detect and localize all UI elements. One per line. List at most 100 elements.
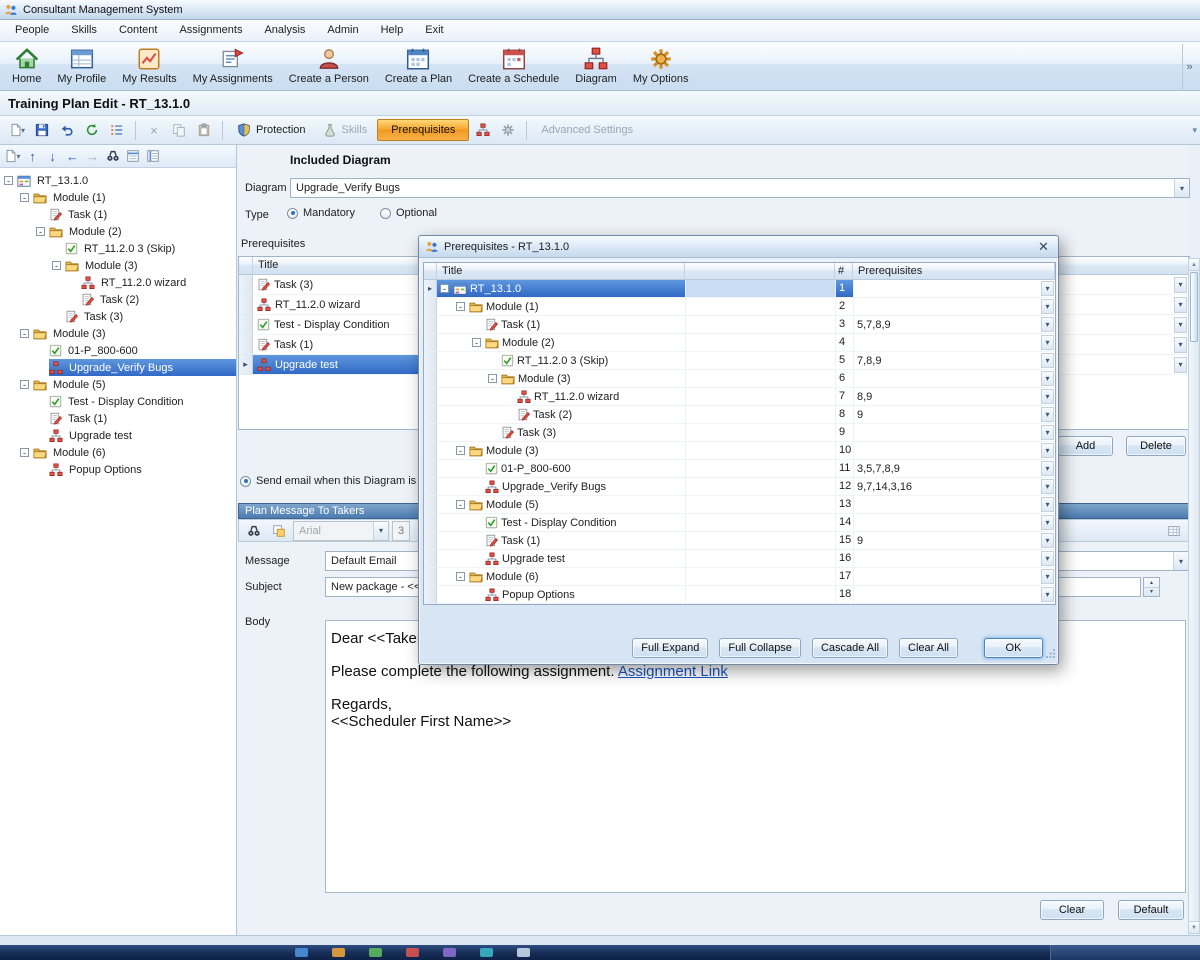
tree-item-task-1[interactable]: Task (1) (0, 206, 236, 223)
tree-item-test-display-condition[interactable]: Test - Display Condition (0, 393, 236, 410)
tree-item-module-5[interactable]: -Module (5) (0, 376, 236, 393)
dialog-prereq-cell[interactable]: ▾ (853, 280, 1055, 298)
move-left-button[interactable]: ← (63, 147, 82, 166)
expander-icon[interactable]: - (20, 448, 29, 457)
tree-item-module-3[interactable]: -Module (3) (0, 257, 236, 274)
dialog-button-cascade-all[interactable]: Cascade All (812, 638, 888, 658)
undo-button[interactable] (56, 119, 78, 141)
subject-spinner[interactable]: ▴ ▾ (1143, 577, 1160, 597)
toolbar-create-a-schedule[interactable]: Create a Schedule (460, 44, 567, 87)
dialog-row-task-1[interactable]: Task (1)159▾ (424, 532, 1055, 550)
taskbar-app-button[interactable] (332, 948, 345, 957)
tree-item-module-1[interactable]: -Module (1) (0, 189, 236, 206)
expander-icon[interactable]: - (20, 380, 29, 389)
menu-item-exit[interactable]: Exit (414, 20, 454, 41)
tree-item-module-3[interactable]: -Module (3) (0, 325, 236, 342)
toolbar-create-a-plan[interactable]: Create a Plan (377, 44, 460, 87)
move-down-button[interactable]: ↓ (43, 147, 62, 166)
dropdown-arrow-icon[interactable]: ▾ (1041, 569, 1054, 584)
dropdown-arrow-icon[interactable]: ▾ (1174, 277, 1187, 293)
dropdown-arrow-icon[interactable]: ▾ (1041, 281, 1054, 296)
taskbar-app-button[interactable] (443, 948, 456, 957)
dialog-prereq-cell[interactable]: ▾ (853, 370, 1055, 388)
tab-prerequisites[interactable]: Prerequisites (377, 119, 469, 141)
scroll-down-icon[interactable]: ▼ (1189, 921, 1199, 933)
dialog-prereq-cell[interactable]: 8,9▾ (853, 388, 1055, 406)
dropdown-arrow-icon[interactable]: ▾ (373, 522, 388, 540)
dropdown-arrow-icon[interactable]: ▾ (1041, 587, 1054, 602)
dialog-row-module-2[interactable]: -Module (2)4▾ (424, 334, 1055, 352)
toolbar-my-options[interactable]: My Options (625, 44, 697, 87)
toolbar-overflow-button[interactable]: » (1182, 44, 1196, 90)
menu-item-content[interactable]: Content (108, 20, 169, 41)
refresh-button[interactable] (81, 119, 103, 141)
expander-icon[interactable]: - (36, 227, 45, 236)
editbar-overflow-button[interactable]: ▾ (1192, 125, 1197, 136)
dropdown-arrow-icon[interactable]: ▾ (1041, 425, 1054, 440)
find-button[interactable] (243, 520, 265, 542)
taskbar[interactable] (0, 945, 1200, 960)
dropdown-arrow-icon[interactable]: ▾ (1041, 317, 1054, 332)
toolbar-my-results[interactable]: My Results (114, 44, 184, 87)
dialog-prereq-cell[interactable]: ▾ (853, 298, 1055, 316)
tree-item-module-6[interactable]: -Module (6) (0, 444, 236, 461)
toolbar-diagram[interactable]: Diagram (567, 44, 625, 87)
dropdown-arrow-icon[interactable]: ▾ (1041, 479, 1054, 494)
dialog-prereq-cell[interactable]: 9,7,14,3,16▾ (853, 478, 1055, 496)
number-column-header[interactable]: # (835, 263, 853, 280)
dialog-prereq-cell[interactable]: ▾ (853, 514, 1055, 532)
expander-icon[interactable]: - (472, 338, 481, 347)
tree-item-rt-13-1-0[interactable]: -RT_13.1.0 (0, 172, 236, 189)
dropdown-arrow-icon[interactable]: ▾ (1041, 299, 1054, 314)
copy-button[interactable] (168, 119, 190, 141)
toolbar-home[interactable]: Home (4, 44, 49, 87)
dialog-row-task-3[interactable]: Task (3)9▾ (424, 424, 1055, 442)
dialog-row-upgrade-test[interactable]: Upgrade test16▾ (424, 550, 1055, 568)
dialog-row-module-5[interactable]: -Module (5)13▾ (424, 496, 1055, 514)
assignment-link[interactable]: Assignment Link (618, 663, 728, 680)
dialog-row-01-p-800-600[interactable]: 01-P_800-600113,5,7,8,9▾ (424, 460, 1055, 478)
dropdown-arrow-icon[interactable]: ▾ (1041, 335, 1054, 350)
dialog-row-module-3[interactable]: -Module (3)6▾ (424, 370, 1055, 388)
dialog-button-full-expand[interactable]: Full Expand (632, 638, 708, 658)
dialog-prereq-cell[interactable]: ▾ (853, 334, 1055, 352)
dialog-row-module-6[interactable]: -Module (6)17▾ (424, 568, 1055, 586)
dialog-prereq-cell[interactable]: 7,8,9▾ (853, 352, 1055, 370)
expander-icon[interactable]: - (456, 302, 465, 311)
highlight-button[interactable] (268, 520, 290, 542)
dropdown-arrow-icon[interactable]: ▾ (1041, 353, 1054, 368)
taskbar-app-button[interactable] (517, 948, 530, 957)
font-name-combo[interactable]: Arial ▾ (293, 521, 389, 541)
dropdown-arrow-icon[interactable]: ▾ (1041, 533, 1054, 548)
dropdown-arrow-icon[interactable]: ▾ (1174, 337, 1187, 353)
dialog-button-ok[interactable]: OK (984, 638, 1043, 658)
spinner-down-icon[interactable]: ▾ (1144, 587, 1159, 597)
tree-item-rt-11-2-0-wizard[interactable]: RT_11.2.0 wizard (0, 274, 236, 291)
move-up-button[interactable]: ↑ (23, 147, 42, 166)
type-mandatory-option[interactable]: Mandatory (287, 207, 355, 219)
settings-tool-button[interactable] (497, 119, 519, 141)
expander-icon[interactable]: - (20, 193, 29, 202)
paste-button[interactable] (193, 119, 215, 141)
dialog-title-bar[interactable]: Prerequisites - RT_13.1.0 ✕ (419, 236, 1058, 258)
taskbar-app-button[interactable] (480, 948, 493, 957)
expander-icon[interactable]: - (488, 374, 497, 383)
menu-item-skills[interactable]: Skills (60, 20, 108, 41)
dialog-button-full-collapse[interactable]: Full Collapse (719, 638, 801, 658)
dropdown-arrow-icon[interactable]: ▾ (1041, 497, 1054, 512)
dialog-row-popup-options[interactable]: Popup Options18▾ (424, 586, 1055, 604)
tab-protection[interactable]: Protection (230, 120, 313, 140)
dropdown-arrow-icon[interactable]: ▾ (1174, 297, 1187, 313)
dropdown-arrow-icon[interactable]: ▾ (1174, 357, 1187, 373)
menu-item-help[interactable]: Help (370, 20, 415, 41)
dialog-prereq-cell[interactable]: ▾ (853, 442, 1055, 460)
radio-mandatory[interactable] (287, 208, 298, 219)
dialog-prereq-cell[interactable]: ▾ (853, 550, 1055, 568)
send-email-option[interactable]: Send email when this Diagram is av (240, 475, 431, 487)
dropdown-arrow-icon[interactable]: ▾ (1173, 552, 1188, 570)
radio-optional[interactable] (380, 208, 391, 219)
dropdown-arrow-icon[interactable]: ▾ (1041, 461, 1054, 476)
toolbar-my-assignments[interactable]: My Assignments (185, 44, 281, 87)
scroll-up-icon[interactable]: ▲ (1189, 259, 1199, 271)
tab-advanced-settings[interactable]: Advanced Settings (534, 121, 640, 139)
